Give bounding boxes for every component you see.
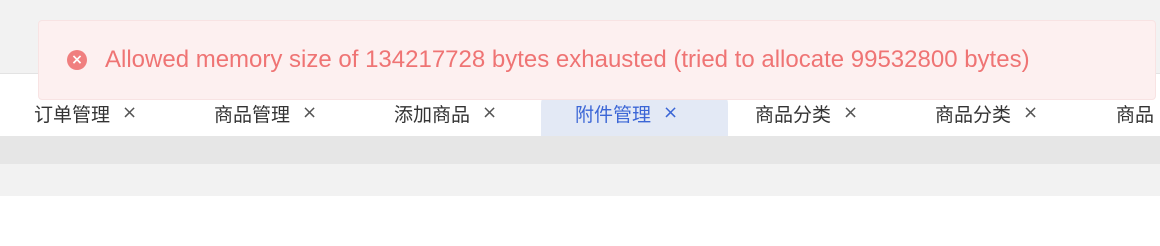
tab-label: 订单管理 [34, 103, 111, 126]
tab-label: 添加商品 [394, 103, 471, 126]
error-message: Allowed memory size of 134217728 bytes e… [105, 46, 1030, 73]
close-icon[interactable]: × [1023, 104, 1038, 122]
close-icon[interactable]: × [122, 104, 137, 122]
close-icon[interactable]: × [843, 104, 858, 122]
content-header-strip [0, 164, 1160, 196]
close-icon[interactable]: × [482, 104, 497, 122]
close-icon[interactable]: × [663, 104, 678, 122]
close-icon[interactable]: × [302, 104, 317, 122]
toolbar-strip [0, 136, 1160, 164]
tab-label: 商品 [1116, 103, 1155, 126]
tab-label: 附件管理 [575, 103, 652, 126]
main-content [0, 196, 1160, 246]
error-icon: × [67, 50, 87, 70]
error-toast: × Allowed memory size of 134217728 bytes… [38, 20, 1156, 100]
tab-label: 商品管理 [214, 103, 291, 126]
tab-label: 商品分类 [755, 103, 832, 126]
tab-label: 商品分类 [935, 103, 1012, 126]
